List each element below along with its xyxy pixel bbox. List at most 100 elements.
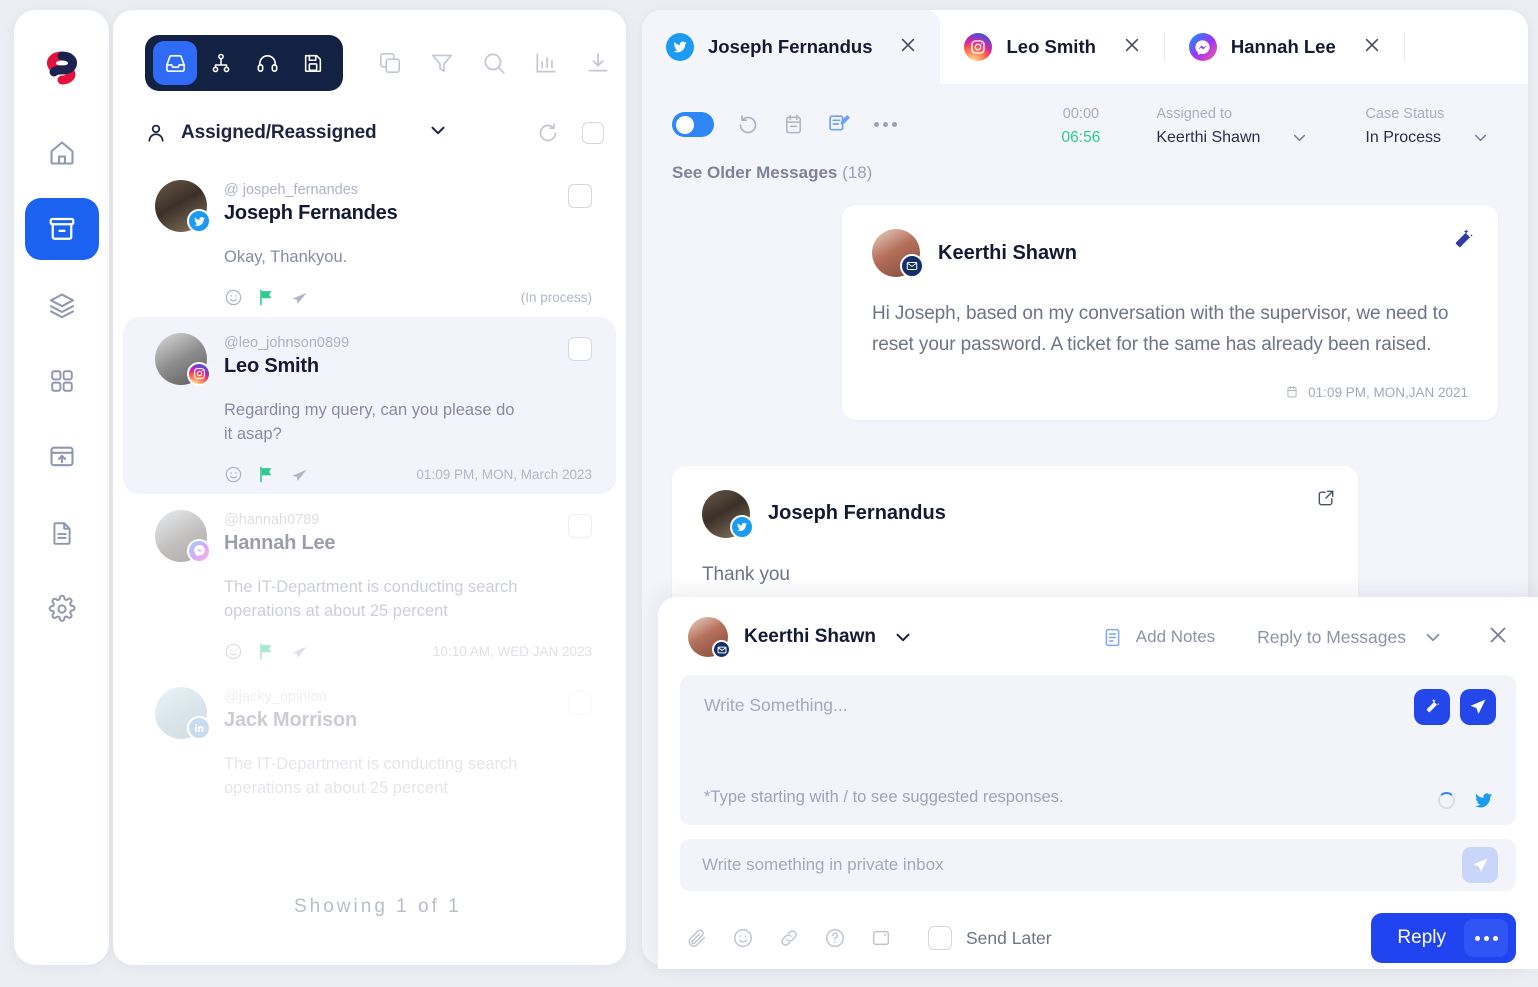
smiley-icon[interactable]	[224, 465, 243, 484]
tab-close-button[interactable]	[1362, 35, 1382, 60]
conversation-preview: Regarding my query, can you please do it…	[224, 400, 515, 443]
reply-options-button[interactable]	[1464, 919, 1508, 957]
avatar	[702, 489, 754, 539]
smiley-icon[interactable]	[224, 642, 243, 661]
conversation-checkbox[interactable]	[568, 336, 592, 361]
sidebar-item-settings[interactable]	[25, 578, 99, 640]
instagram-icon	[964, 33, 993, 61]
channel-tab-saved[interactable]	[291, 41, 335, 85]
chevron-down-icon[interactable]	[1471, 128, 1490, 147]
hierarchy-icon	[212, 53, 230, 73]
reply-button[interactable]: Reply	[1371, 913, 1516, 963]
template-icon[interactable]	[870, 927, 892, 949]
note-edit-icon[interactable]	[827, 112, 852, 137]
more-dots-icon[interactable]	[874, 122, 897, 127]
twitter-icon[interactable]	[1473, 790, 1494, 811]
refresh-icon[interactable]	[736, 113, 760, 137]
flag-icon[interactable]	[257, 288, 276, 307]
tab-hannah-lee[interactable]: Hannah Lee	[1165, 10, 1404, 84]
send-plane-icon	[1470, 699, 1486, 714]
conversation-item[interactable]: @leo_johnson0899 Leo Smith Regarding my …	[123, 316, 616, 494]
private-inbox-input[interactable]: Write something in private inbox	[680, 839, 1516, 891]
avatar	[155, 332, 211, 386]
tab-leo-smith[interactable]: Leo Smith	[940, 10, 1163, 84]
private-send-button[interactable]	[1462, 847, 1498, 883]
bar-chart-icon[interactable]	[533, 50, 559, 76]
sidebar-item-layers[interactable]	[25, 274, 99, 336]
magic-wand-icon[interactable]	[1452, 227, 1476, 256]
conversation-checkbox[interactable]	[568, 513, 592, 538]
conversation-handle: @hannah0789	[224, 511, 320, 528]
channel-tab-support[interactable]	[245, 41, 289, 85]
reply-mode-label: Reply to Messages	[1257, 626, 1406, 647]
tab-close-button[interactable]	[898, 35, 918, 60]
conversation-toggle[interactable]	[672, 112, 714, 137]
copy-icon[interactable]	[377, 50, 403, 76]
composer-close-button[interactable]	[1486, 623, 1510, 652]
add-notes-button[interactable]: Add Notes	[1102, 627, 1215, 648]
flag-icon[interactable]	[257, 465, 276, 484]
sidebar-item-apps[interactable]	[25, 350, 99, 412]
conversation-handle: @jacky_opinion	[224, 688, 327, 705]
case-status-field[interactable]: Case Status In Process	[1365, 106, 1490, 147]
message-input-area[interactable]: Write Something... *Type starting with /…	[680, 675, 1516, 825]
reply-mode-dropdown[interactable]: Reply to Messages	[1257, 626, 1444, 648]
external-link-icon[interactable]	[1316, 488, 1336, 513]
showing-count-badge: Showing 1 of 1	[266, 882, 490, 932]
paperclip-icon[interactable]	[686, 927, 708, 949]
send-later-checkbox[interactable]	[928, 926, 952, 950]
select-all-checkbox[interactable]	[582, 121, 604, 144]
send-arrow-icon[interactable]	[290, 288, 309, 307]
smiley-icon[interactable]	[224, 288, 243, 307]
sidebar-item-home[interactable]	[25, 122, 99, 184]
calendar-icon	[1287, 385, 1297, 398]
send-message-button[interactable]	[1460, 689, 1496, 725]
case-status-value: In Process	[1365, 128, 1441, 146]
sidebar-item-reports[interactable]	[25, 502, 99, 564]
filter-icon[interactable]	[429, 50, 455, 76]
list-toolbar	[113, 10, 626, 91]
brand-logo	[38, 44, 86, 92]
channel-tab-inbox[interactable]	[153, 41, 197, 85]
see-older-messages-link[interactable]: See Older Messages (18)	[642, 147, 1528, 183]
conversation-checkbox[interactable]	[568, 184, 592, 208]
message-bubble: Keerthi Shawn Hi Joseph, based on my con…	[842, 205, 1498, 420]
link-icon[interactable]	[778, 927, 800, 949]
tab-close-button[interactable]	[1122, 35, 1142, 60]
list-tool-icons	[377, 50, 611, 76]
flag-icon[interactable]	[257, 642, 276, 661]
download-icon[interactable]	[585, 50, 611, 76]
question-circle-icon[interactable]	[824, 927, 846, 949]
assigned-to-label: Assigned to	[1156, 106, 1233, 122]
send-later-control[interactable]: Send Later	[928, 926, 1052, 950]
send-arrow-icon[interactable]	[290, 465, 309, 484]
refresh-icon[interactable]	[536, 121, 560, 145]
conversation-item[interactable]: @hannah0789 Hannah Lee The IT-Department…	[123, 494, 616, 671]
ai-assist-button[interactable]	[1414, 689, 1450, 725]
search-icon[interactable]	[481, 50, 507, 76]
case-status-label: Case Status	[1365, 106, 1445, 122]
see-older-messages-label: See Older Messages	[672, 163, 838, 182]
floppy-save-icon	[304, 54, 322, 73]
filter-label: Assigned/Reassigned	[181, 121, 377, 143]
chevron-down-icon[interactable]	[1290, 128, 1309, 147]
conversation-item[interactable]: @ jospeh_fernandes Joseph Fernandes Okay…	[123, 164, 616, 317]
avatar	[872, 229, 924, 278]
smiley-icon[interactable]	[732, 927, 754, 949]
assigned-to-field[interactable]: Assigned to Keerthi Shawn	[1156, 106, 1309, 147]
sla-timer: 00:00 06:56	[1062, 106, 1101, 147]
conversation-meta: 00:00 06:56 Assigned to Keerthi Shawn Ca…	[1062, 106, 1498, 147]
sidebar-item-publish[interactable]	[25, 426, 99, 488]
send-arrow-icon[interactable]	[290, 642, 309, 661]
chevron-down-icon[interactable]	[892, 626, 914, 648]
channel-tab-hierarchy[interactable]	[199, 41, 243, 85]
close-icon	[1125, 38, 1139, 51]
sidebar-item-inbox[interactable]	[24, 198, 99, 260]
calendar-icon[interactable]	[782, 113, 805, 136]
notes-icon	[1105, 628, 1120, 646]
conversation-checkbox[interactable]	[568, 690, 592, 715]
filter-dropdown-toggle[interactable]	[427, 119, 449, 146]
tab-joseph-fernandus[interactable]: Joseph Fernandus	[642, 10, 941, 84]
conversation-item[interactable]: @jacky_opinion Jack Morrison The IT-Depa…	[123, 671, 616, 811]
composer-header: Keerthi Shawn Add Notes Reply to Message…	[658, 597, 1538, 659]
